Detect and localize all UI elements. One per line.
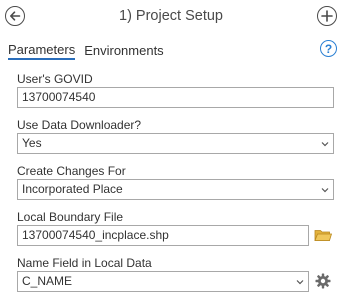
govid-label: User's GOVID (17, 72, 93, 86)
downloader-label: Use Data Downloader? (17, 118, 142, 132)
gear-icon[interactable] (315, 273, 331, 289)
pane-title: 1) Project Setup (119, 8, 223, 24)
chevron-down-icon (321, 188, 329, 193)
changes-for-value: Incorporated Place (22, 182, 123, 196)
changes-for-label: Create Changes For (17, 164, 126, 178)
pane-header: 1) Project Setup (0, 0, 342, 34)
plus-icon (321, 10, 333, 22)
tab-environments[interactable]: Environments (84, 43, 163, 60)
govid-input[interactable]: 13700074540 (17, 87, 334, 108)
boundary-file-input[interactable]: 13700074540_incplace.shp (17, 225, 309, 246)
chevron-down-icon (321, 142, 329, 147)
changes-for-select[interactable]: Incorporated Place (17, 179, 334, 200)
tab-parameters[interactable]: Parameters (8, 42, 76, 60)
name-field-value: C_NAME (22, 274, 73, 288)
help-icon[interactable]: ? (320, 40, 337, 57)
boundary-file-label: Local Boundary File (17, 210, 124, 224)
add-button[interactable] (317, 6, 337, 26)
folder-icon[interactable] (314, 228, 332, 242)
name-field-select[interactable]: C_NAME (17, 271, 309, 292)
tab-bar: Parameters Environments (8, 40, 173, 60)
name-field-label: Name Field in Local Data (17, 256, 152, 270)
downloader-select[interactable]: Yes (17, 133, 334, 154)
chevron-down-icon (296, 280, 304, 285)
downloader-value: Yes (22, 136, 42, 150)
